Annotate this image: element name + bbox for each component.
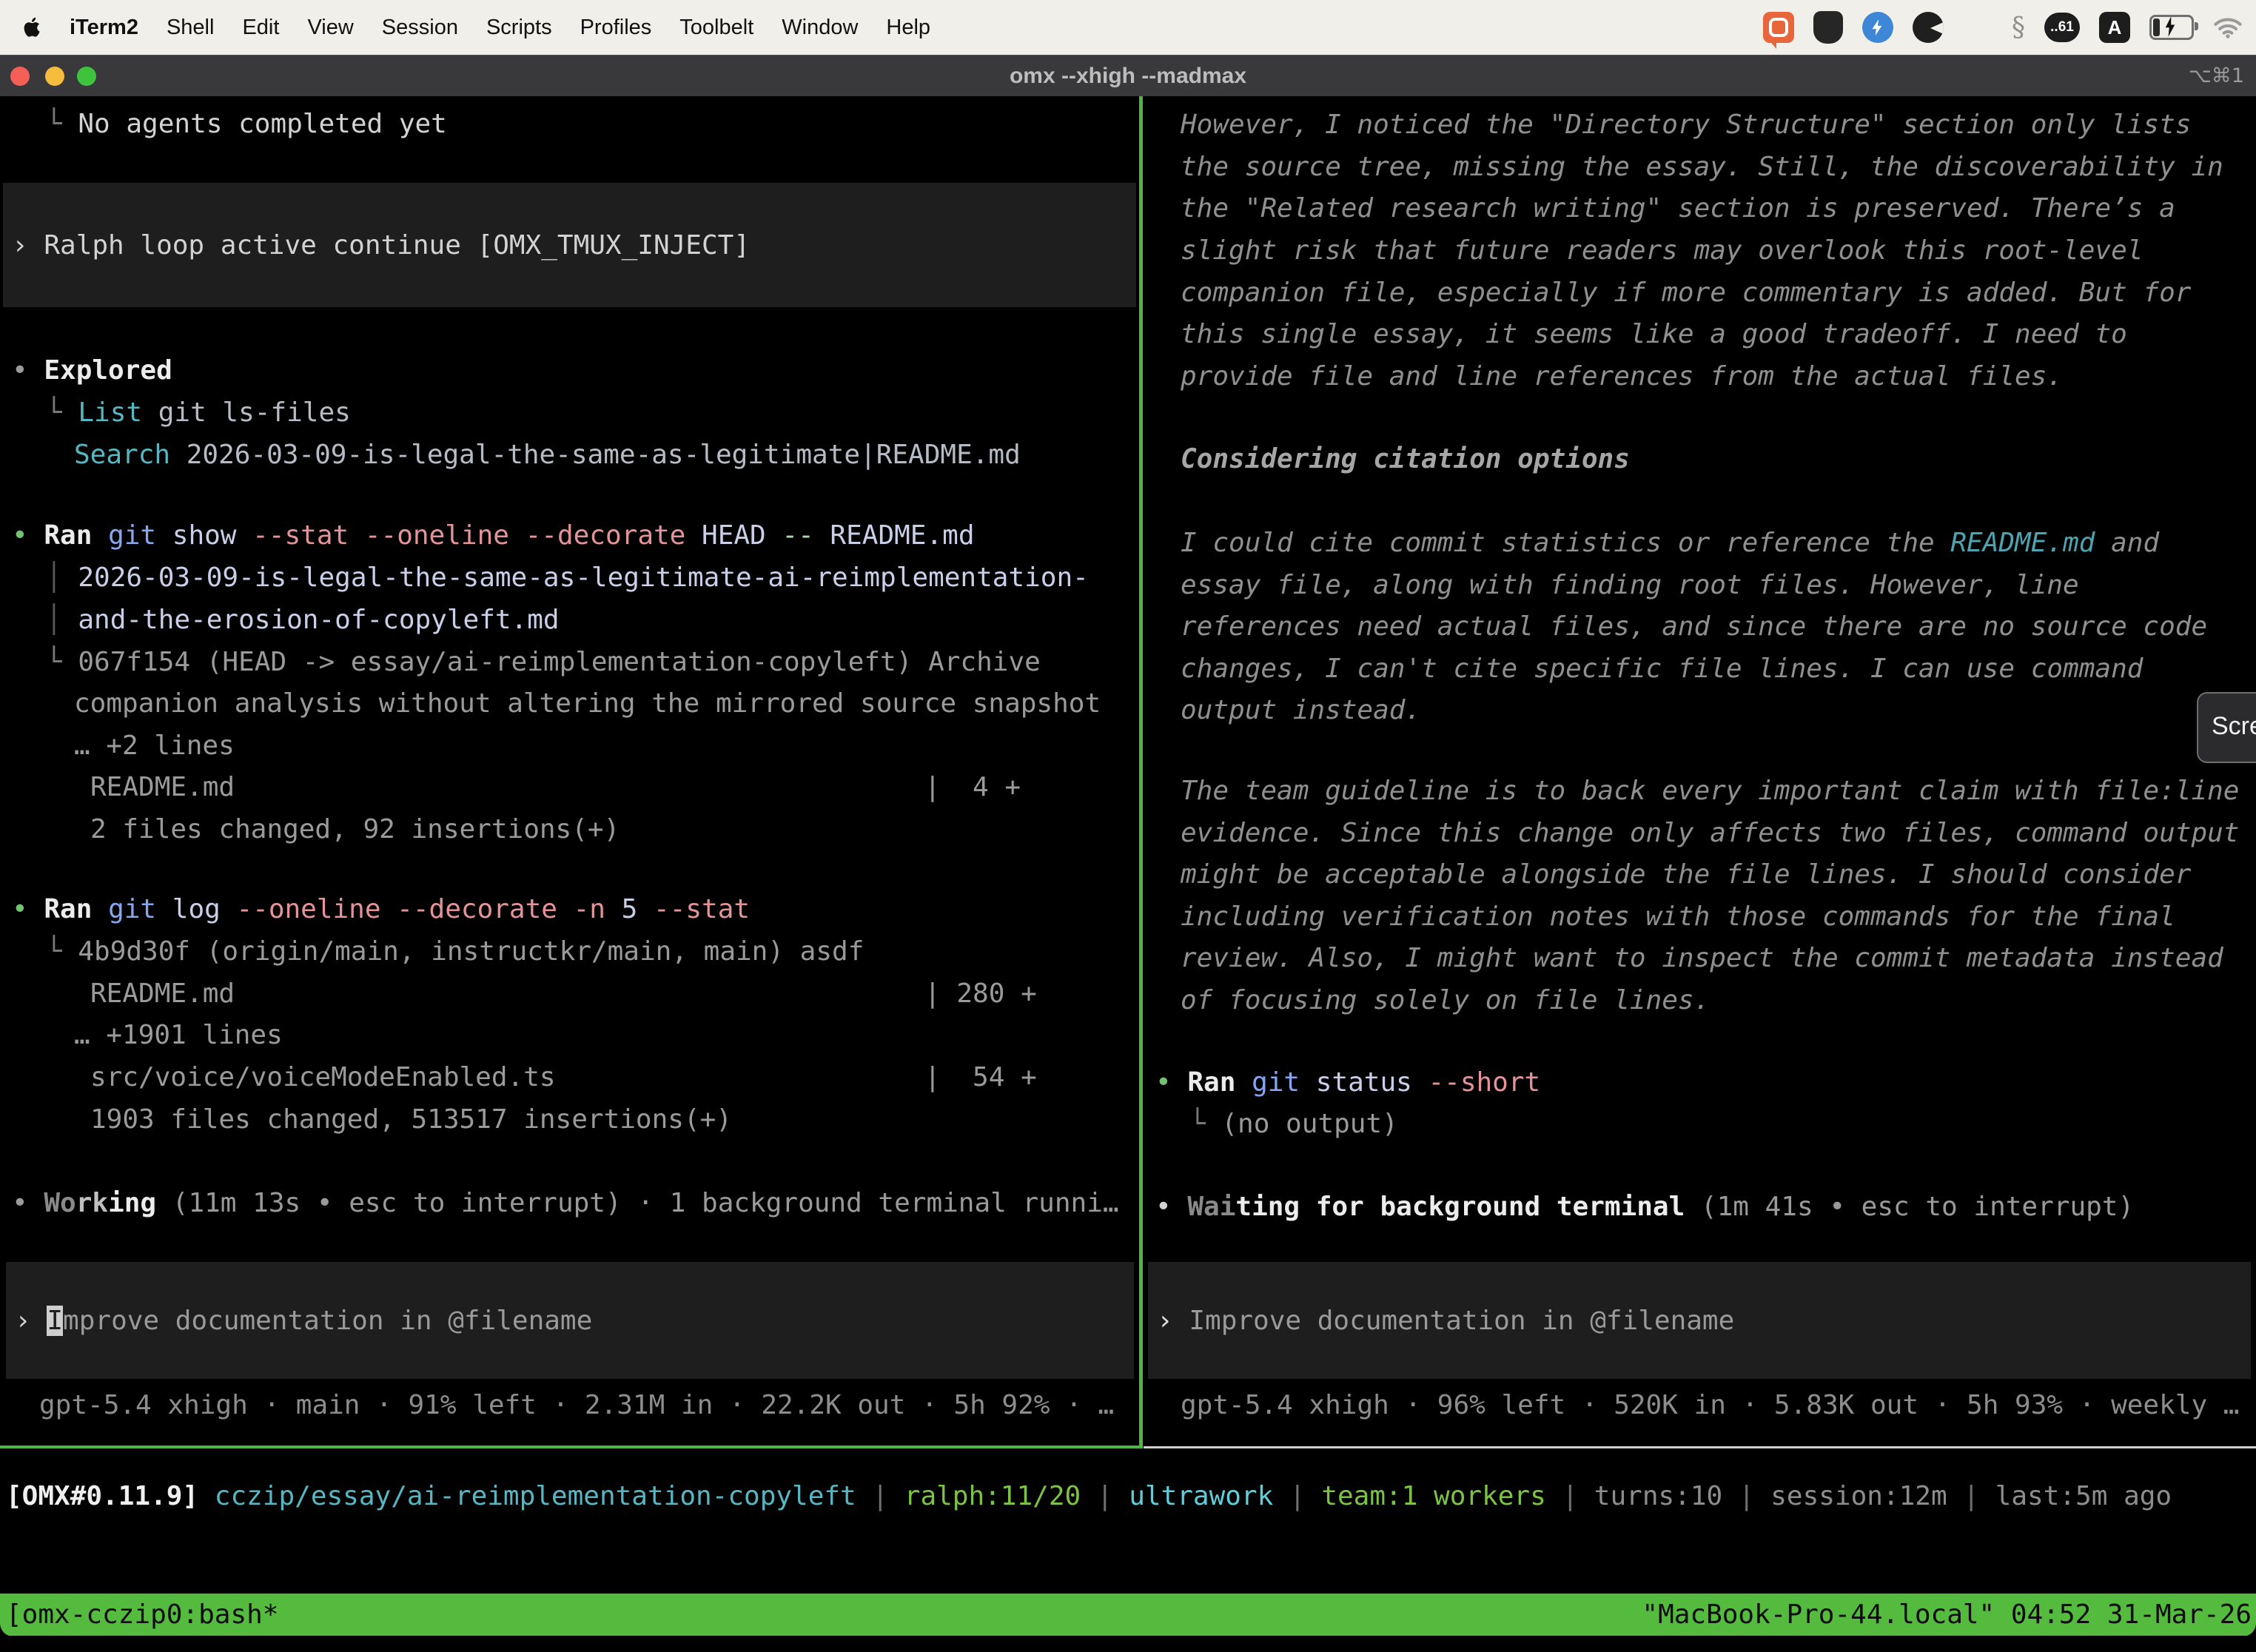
line-search: Search 2026-03-09-is-legal-the-same-as-l… bbox=[74, 434, 1021, 476]
menu-scripts[interactable]: Scripts bbox=[486, 16, 552, 40]
left-session-statusline: gpt-5.4 xhigh · main · 91% left · 2.31M … bbox=[39, 1384, 1114, 1426]
menu-shell[interactable]: Shell bbox=[167, 16, 215, 40]
reasoning-p2-l4: changes, I can't cite specific file line… bbox=[1181, 648, 2143, 690]
ralph-loop-box[interactable]: › Ralph loop active continue [OMX_TMUX_I… bbox=[3, 183, 1136, 307]
line-ran-git-status: • Ran git status --short bbox=[1155, 1061, 1540, 1104]
menu-help[interactable]: Help bbox=[886, 16, 930, 40]
omx-status-bar: [OMX#0.11.9] cczip/essay/ai-reimplementa… bbox=[6, 1475, 2172, 1517]
reasoning-p3-l6: of focusing solely on file lines. bbox=[1181, 979, 1710, 1021]
menu-edit[interactable]: Edit bbox=[242, 16, 279, 40]
screen-share-overlay: Scre bbox=[2197, 692, 2256, 763]
line-waiting-status: • Waiting for background terminal (1m 41… bbox=[1155, 1186, 2134, 1228]
reasoning-p3-l5: review. Also, I might want to inspect th… bbox=[1181, 937, 2223, 979]
pane-divider[interactable] bbox=[1139, 96, 1143, 1448]
tmux-status-bar: [omx-cczip0:bash* "MacBook-Pro-44.local"… bbox=[0, 1594, 2256, 1636]
iterm2-window: omx --xhigh --madmax ⌥⌘1 └ No agents com… bbox=[0, 55, 2256, 1636]
line-no-output: └ (no output) bbox=[1189, 1103, 1398, 1145]
chat-app-icon[interactable] bbox=[1763, 12, 1794, 43]
left-pane[interactable]: └ No agents completed yet › Ralph loop a… bbox=[0, 96, 1139, 1446]
notch-circle-icon[interactable] bbox=[1913, 12, 1944, 43]
ralph-loop-text: › Ralph loop active continue [OMX_TMUX_I… bbox=[3, 224, 750, 266]
reasoning-p1-l2: the source tree, missing the essay. Stil… bbox=[1181, 146, 2223, 188]
reasoning-p3-l3: might be acceptable alongside the file l… bbox=[1181, 853, 2191, 896]
line-ran-git-log: • Ran git log --oneline --decorate -n 5 … bbox=[12, 888, 750, 930]
line-explored: • Explored bbox=[12, 349, 172, 392]
battery-icon[interactable] bbox=[2149, 15, 2194, 40]
line-list: └ List git ls-files bbox=[46, 392, 351, 434]
dots-grid-icon[interactable] bbox=[1963, 13, 1993, 42]
menu-status-icons: § ..61 A bbox=[1763, 11, 2256, 44]
macos-menu-bar: iTerm2 Shell Edit View Session Scripts P… bbox=[0, 0, 2256, 55]
tmux-session-label[interactable]: [omx-cczip0:bash* bbox=[6, 1594, 278, 1636]
reasoning-p2-l2: essay file, along with finding root file… bbox=[1181, 564, 2079, 606]
line-log-out1: └ 4b9d30f (origin/main, instructkr/main,… bbox=[46, 930, 864, 973]
badge-61-icon[interactable]: ..61 bbox=[2044, 13, 2080, 42]
reasoning-p3-l2: evidence. Since this change only affects… bbox=[1181, 812, 2239, 854]
reasoning-p3-l4: including verification notes with those … bbox=[1181, 896, 2175, 938]
line-log-out5: 1903 files changed, 513517 insertions(+) bbox=[90, 1098, 732, 1141]
line-ran-git-show: • Ran git show --stat --oneline --decora… bbox=[12, 514, 975, 557]
reasoning-heading: Considering citation options bbox=[1181, 438, 1630, 480]
active-pane-bottom-border bbox=[0, 1446, 1139, 1448]
line-show-out2: companion analysis without altering the … bbox=[74, 682, 1101, 725]
left-prompt-text: › Improve documentation in @filename bbox=[6, 1300, 592, 1342]
menu-session[interactable]: Session bbox=[382, 16, 458, 40]
screen: iTerm2 Shell Edit View Session Scripts P… bbox=[0, 0, 2256, 1652]
menu-profiles[interactable]: Profiles bbox=[580, 16, 652, 40]
squiggle-icon[interactable]: § bbox=[2012, 13, 2025, 43]
reasoning-p3-l1: The team guideline is to back every impo… bbox=[1181, 770, 2239, 812]
right-prompt-input[interactable]: › Improve documentation in @filename bbox=[1148, 1262, 2251, 1379]
apple-menu-icon[interactable] bbox=[22, 16, 41, 38]
line-show-wrap2: │ and-the-erosion-of-copyleft.md bbox=[46, 599, 560, 641]
window-title: omx --xhigh --madmax bbox=[0, 56, 2256, 97]
menu-window[interactable]: Window bbox=[782, 16, 858, 40]
titlebar[interactable]: omx --xhigh --madmax ⌥⌘1 bbox=[0, 55, 2256, 97]
line-show-out1: └ 067f154 (HEAD -> essay/ai-reimplementa… bbox=[46, 641, 1041, 683]
menu-items: iTerm2 Shell Edit View Session Scripts P… bbox=[0, 16, 930, 40]
window-shortcut-badge: ⌥⌘1 bbox=[2189, 56, 2244, 97]
shield-grid-icon[interactable] bbox=[1813, 11, 1843, 44]
left-prompt-input[interactable]: › Improve documentation in @filename bbox=[6, 1262, 1134, 1379]
line-show-wrap1: │ 2026-03-09-is-legal-the-same-as-legiti… bbox=[46, 557, 1089, 599]
right-prompt-text: › Improve documentation in @filename bbox=[1148, 1300, 1734, 1342]
line-show-out3: … +2 lines bbox=[74, 725, 235, 767]
line-show-out4: README.md | 4 + bbox=[90, 766, 1021, 808]
reasoning-p1-l3: the "Related research writing" section i… bbox=[1181, 187, 2175, 229]
wifi-icon[interactable] bbox=[2213, 16, 2243, 38]
right-pane[interactable]: However, I noticed the "Directory Struct… bbox=[1144, 96, 2256, 1446]
reasoning-p2-l5: output instead. bbox=[1181, 689, 1421, 731]
reasoning-p2-l3: references need actual files, and since … bbox=[1181, 605, 2207, 648]
menu-view[interactable]: View bbox=[307, 16, 353, 40]
tmux-host-clock: "MacBook-Pro-44.local" 04:52 31-Mar-26 bbox=[1642, 1594, 2252, 1636]
reasoning-p2-l1: I could cite commit statistics or refere… bbox=[1181, 522, 2159, 564]
menu-iterm2[interactable]: iTerm2 bbox=[70, 16, 138, 40]
reasoning-p1-l5: companion file, especially if more comme… bbox=[1181, 272, 2191, 314]
reasoning-p1-l1: However, I noticed the "Directory Struct… bbox=[1181, 104, 2191, 146]
spark-badge-icon[interactable] bbox=[1862, 12, 1893, 43]
reasoning-p1-l6: this single essay, it seems like a good … bbox=[1181, 313, 2127, 355]
menu-toolbelt[interactable]: Toolbelt bbox=[679, 16, 753, 40]
line-show-out5: 2 files changed, 92 insertions(+) bbox=[90, 808, 620, 850]
line-log-out3: … +1901 lines bbox=[74, 1014, 283, 1056]
line-no-agents: └ No agents completed yet bbox=[46, 103, 447, 145]
line-log-out4: src/voice/voiceModeEnabled.ts | 54 + bbox=[90, 1056, 1037, 1098]
reasoning-p1-l4: slight risk that future readers may over… bbox=[1181, 229, 2143, 272]
inactive-pane-bottom-border bbox=[1144, 1446, 2256, 1448]
keyboard-a-icon[interactable]: A bbox=[2099, 12, 2130, 43]
reasoning-p1-l7: provide file and line references from th… bbox=[1181, 355, 2063, 397]
right-session-statusline: gpt-5.4 xhigh · 96% left · 520K in · 5.8… bbox=[1181, 1384, 2239, 1426]
terminal[interactable]: └ No agents completed yet › Ralph loop a… bbox=[0, 96, 2256, 1448]
line-working-status: • Working (11m 13s • esc to interrupt) ·… bbox=[12, 1182, 1119, 1224]
line-log-out2: README.md | 280 + bbox=[90, 973, 1037, 1015]
